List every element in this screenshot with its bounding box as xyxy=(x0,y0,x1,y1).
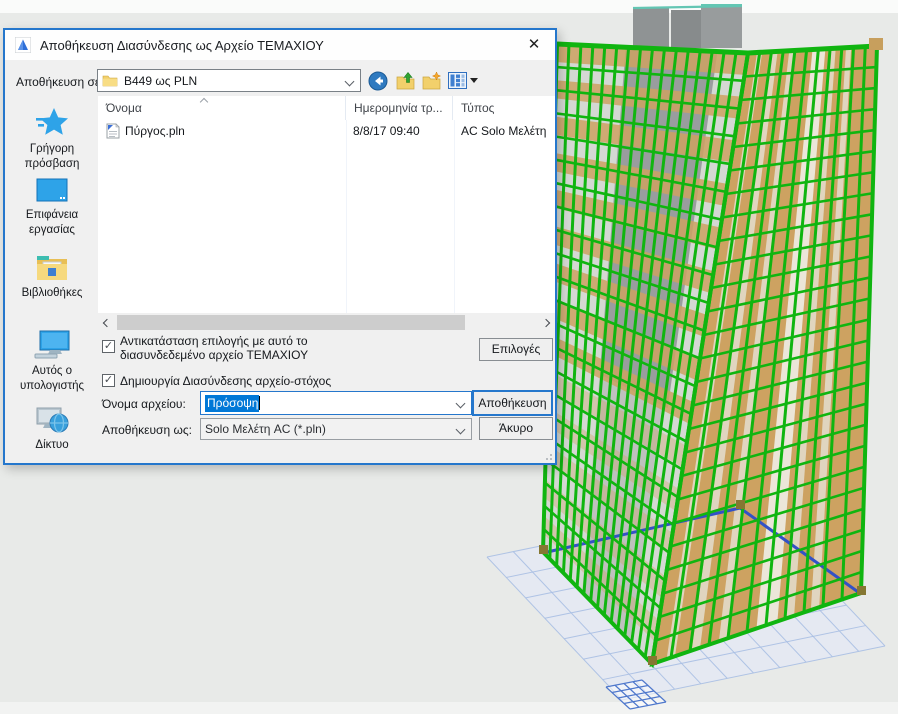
chevron-down-icon xyxy=(456,425,466,435)
filename-input[interactable]: Πρόσοψη xyxy=(200,391,472,415)
sidebar-item-label: Αυτός ο υπολογιστής xyxy=(20,365,84,392)
check-icon: ✓ xyxy=(104,340,113,352)
sidebar-item-label: Βιβλιοθήκες xyxy=(22,287,83,299)
back-globe-icon xyxy=(368,71,388,91)
chevron-down-icon xyxy=(456,399,466,409)
column-separator xyxy=(346,120,347,313)
save-in-label: Αποθήκευση σε: xyxy=(16,75,104,89)
dialog-title: Αποθήκευση Διασύνδεσης ως Αρχείο ΤΕΜΑΧΙΟ… xyxy=(40,38,324,53)
archicad-app-icon xyxy=(15,37,31,53)
chevron-down-icon xyxy=(345,77,355,87)
filename-label: Όνομα αρχείου: xyxy=(102,397,186,411)
file-type: AC Solo Μελέτη xyxy=(453,124,555,138)
save-button[interactable]: Αποθήκευση xyxy=(472,390,553,416)
create-link-checkbox[interactable]: ✓ xyxy=(102,374,115,387)
column-header-name[interactable]: Όνομα xyxy=(98,96,346,120)
save-as-type-dropdown[interactable]: Solo Μελέτη AC (*.pln) xyxy=(200,418,472,440)
sidebar-item-network[interactable]: Δίκτυο xyxy=(9,406,95,452)
resize-grip[interactable] xyxy=(542,450,552,460)
scroll-left-button[interactable] xyxy=(98,314,114,331)
chevron-right-icon xyxy=(542,318,550,326)
sidebar-item-label: Γρήγορη πρόσβαση xyxy=(25,143,80,170)
column-header-date[interactable]: Ημερομηνία τρ... xyxy=(346,96,453,120)
view-menu-button[interactable] xyxy=(445,68,481,93)
sidebar-item-quick-access[interactable]: Γρήγορη πρόσβαση xyxy=(9,106,95,171)
sidebar-item-desktop[interactable]: Επιφάνεια εργασίας xyxy=(9,178,95,237)
network-globe-icon xyxy=(35,406,69,434)
replace-selection-label[interactable]: Αντικατάσταση επιλογής με αυτό το διασυν… xyxy=(120,334,372,362)
file-name: Πύργος.pln xyxy=(125,124,185,138)
folder-up-icon xyxy=(396,71,416,91)
text-caret xyxy=(259,396,260,410)
check-icon: ✓ xyxy=(104,374,113,386)
scrollbar-thumb[interactable] xyxy=(117,315,465,330)
sidebar-item-label: Δίκτυο xyxy=(35,439,68,451)
save-link-dialog: Αποθήκευση Διασύνδεσης ως Αρχείο ΤΕΜΑΧΙΟ… xyxy=(3,28,557,465)
horizontal-scrollbar[interactable] xyxy=(98,314,555,331)
cancel-button[interactable]: Άκυρο xyxy=(479,417,553,440)
file-list: Όνομα Ημερομηνία τρ... Τύπος Πύργος.pln … xyxy=(98,96,555,313)
pln-file-icon xyxy=(106,123,120,139)
new-folder-button[interactable] xyxy=(419,68,444,93)
save-as-type-value: Solo Μελέτη AC (*.pln) xyxy=(205,422,326,436)
close-icon[interactable]: ✕ xyxy=(521,33,547,57)
view-menu-icon xyxy=(448,72,467,89)
save-as-type-label: Αποθήκευση ως: xyxy=(102,423,192,437)
this-pc-icon xyxy=(34,330,70,360)
back-button[interactable] xyxy=(365,68,390,93)
create-link-label[interactable]: Δημιουργία Διασύνδεσης αρχείο-στόχος xyxy=(120,374,420,388)
filename-value-selected: Πρόσοψη xyxy=(205,395,259,412)
file-date: 8/8/17 09:40 xyxy=(346,124,453,138)
sidebar-item-libraries[interactable]: Βιβλιοθήκες xyxy=(9,252,95,300)
quick-access-star-icon xyxy=(36,106,68,138)
replace-selection-checkbox[interactable]: ✓ xyxy=(102,340,115,353)
sort-ascending-icon xyxy=(200,98,208,106)
scroll-right-button[interactable] xyxy=(539,314,555,331)
places-sidebar: Γρήγορη πρόσβαση Επιφάνεια εργασίας Βιβλ… xyxy=(9,96,95,461)
sidebar-item-label: Επιφάνεια εργασίας xyxy=(26,209,78,236)
dropdown-caret-icon xyxy=(470,78,478,83)
column-header-type[interactable]: Τύπος xyxy=(453,96,555,120)
save-in-value: B449 ως PLN xyxy=(124,74,197,88)
file-list-header: Όνομα Ημερομηνία τρ... Τύπος xyxy=(98,96,555,120)
save-in-combobox[interactable]: B449 ως PLN xyxy=(97,69,361,92)
up-one-level-button[interactable] xyxy=(393,68,418,93)
desktop-monitor-icon xyxy=(36,178,68,204)
new-folder-icon xyxy=(422,71,442,91)
options-button[interactable]: Επιλογές xyxy=(479,338,553,361)
folder-icon xyxy=(102,74,118,87)
sidebar-item-this-pc[interactable]: Αυτός ο υπολογιστής xyxy=(9,330,95,393)
dialog-titlebar: Αποθήκευση Διασύνδεσης ως Αρχείο ΤΕΜΑΧΙΟ… xyxy=(5,30,555,60)
libraries-folder-icon xyxy=(35,252,69,282)
file-row[interactable]: Πύργος.pln 8/8/17 09:40 AC Solo Μελέτη xyxy=(98,120,555,141)
chevron-left-icon xyxy=(103,318,111,326)
column-separator xyxy=(454,120,455,313)
